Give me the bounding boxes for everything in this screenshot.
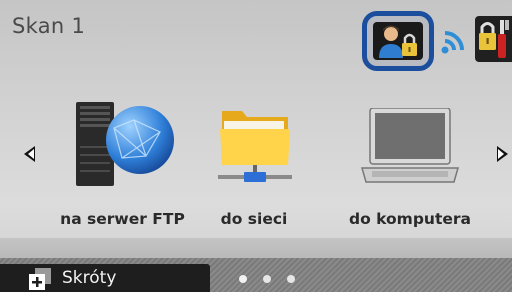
page-dot-1-active	[239, 275, 247, 283]
computer-icon	[361, 108, 459, 183]
tile-ftp-server-label: na serwer FTP	[60, 210, 185, 228]
settings-lock-button[interactable]	[475, 16, 512, 62]
secure-function-lock-icon	[373, 22, 423, 60]
shortcuts-label: Skróty	[62, 268, 117, 288]
divider	[0, 238, 512, 260]
page-dot-2	[263, 275, 271, 283]
scan-screen: Skan 1 na serwer FTP do sieci do kompute…	[0, 0, 512, 292]
page-dot-3	[287, 275, 295, 283]
settings-lock-icon	[479, 20, 509, 58]
next-page-arrow[interactable]	[497, 146, 508, 162]
shortcuts-icon	[29, 268, 51, 290]
shortcuts-tab[interactable]: Skróty	[0, 264, 210, 292]
tile-computer-label: do komputera	[349, 210, 471, 228]
secure-function-lock-button[interactable]	[362, 11, 434, 71]
network-folder-icon	[218, 111, 292, 182]
ftp-server-icon	[76, 102, 174, 186]
screen-title: Skan 1	[12, 14, 86, 38]
wifi-icon	[439, 26, 471, 56]
tile-network-label: do sieci	[220, 210, 288, 228]
previous-page-arrow[interactable]	[24, 146, 35, 162]
